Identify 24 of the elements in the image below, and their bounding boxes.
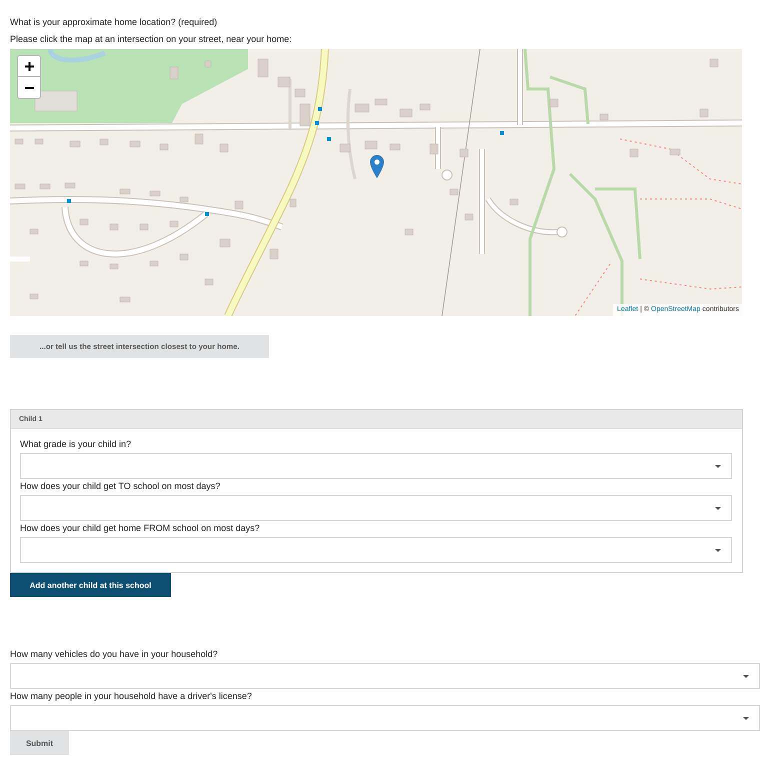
dropdown-field[interactable]	[20, 453, 732, 479]
zoom-out-button[interactable]	[17, 77, 41, 99]
question-label: How many people in your household have a driver's license?	[10, 691, 253, 702]
dropdown-field[interactable]	[10, 705, 760, 731]
map-instruction: Please click the map at an intersection on your street, near your home:	[10, 34, 293, 45]
caret-icon	[715, 464, 721, 468]
question-label: What grade is your child in?	[20, 439, 132, 450]
submit-button[interactable]: Submit	[10, 731, 69, 755]
zoom-in-button[interactable]	[17, 55, 41, 77]
caret-icon	[743, 674, 749, 678]
minus-icon	[24, 86, 34, 88]
dropdown-field[interactable]	[10, 663, 760, 689]
map-pin-icon[interactable]	[370, 155, 384, 178]
add-child-button[interactable]: Add another child at this school	[10, 573, 171, 597]
question-label: How does your child get TO school on most days?	[20, 481, 222, 492]
dropdown-field[interactable]	[20, 495, 732, 521]
question-label: How does your child get home FROM school on most days?	[20, 523, 261, 534]
question-label: How many vehicles do you have in your household?	[10, 649, 219, 660]
caret-icon	[743, 716, 749, 720]
caret-icon	[715, 548, 721, 552]
question-title: What is your approximate home location? (required)	[10, 17, 218, 28]
caret-icon	[715, 506, 721, 510]
dropdown-field[interactable]	[20, 537, 732, 563]
plus-icon	[24, 62, 34, 70]
